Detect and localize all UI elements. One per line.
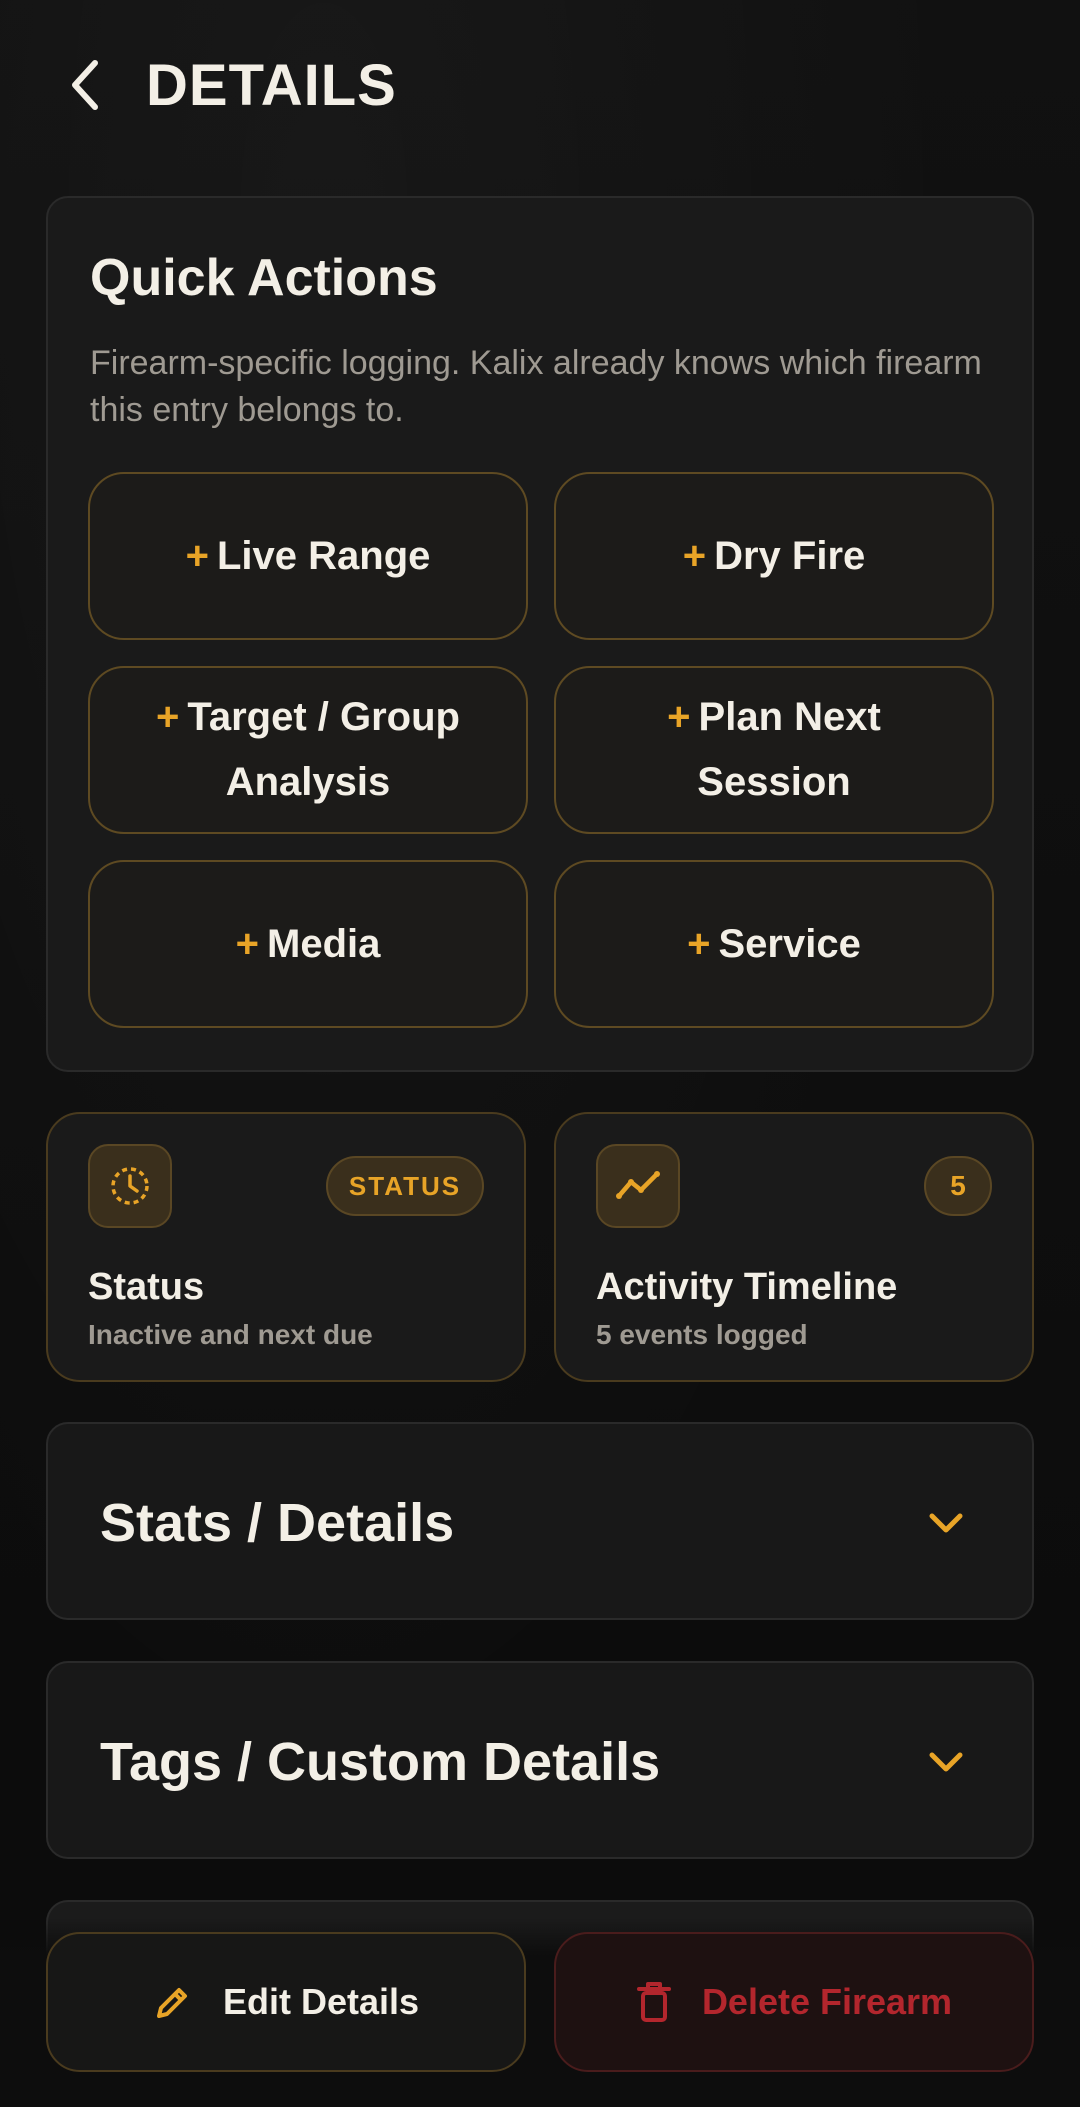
live-range-button[interactable]: + Live Range (88, 472, 528, 640)
plus-icon: + (156, 695, 180, 739)
status-subtitle: Inactive and next due (88, 1319, 373, 1350)
page-title: DETAILS (146, 53, 397, 118)
plus-icon: + (185, 533, 209, 578)
trend-line-icon (616, 1171, 660, 1199)
clock-icon (111, 1167, 149, 1205)
delete-firearm-button[interactable]: Delete Firearm (554, 1932, 1034, 2072)
target-group-analysis-button[interactable]: + Target / Group Analysis (88, 666, 528, 834)
tags-custom-details-accordion[interactable]: Tags / Custom Details (46, 1661, 1034, 1859)
tags-custom-details-title: Tags / Custom Details (100, 1732, 661, 1792)
media-button[interactable]: + Media (88, 860, 528, 1028)
dry-fire-button[interactable]: + Dry Fire (554, 472, 994, 640)
chevron-left-icon (72, 60, 98, 110)
trash-icon (636, 1981, 672, 2023)
timeline-icon-box (596, 1144, 680, 1228)
timeline-title: Activity Timeline (596, 1266, 898, 1308)
plus-icon: + (682, 533, 707, 578)
service-label: Service (718, 921, 861, 966)
plus-icon: + (687, 921, 711, 966)
plus-icon: + (235, 921, 259, 966)
chevron-down-icon (929, 1513, 963, 1533)
stats-details-accordion[interactable]: Stats / Details (46, 1422, 1034, 1620)
activity-timeline-card[interactable]: 5 Activity Timeline 5 events logged (554, 1112, 1034, 1382)
timeline-subtitle: 5 events logged (596, 1319, 808, 1350)
status-icon-box (88, 1144, 172, 1228)
top-bar: DETAILS (0, 0, 1080, 170)
live-range-label: Live Range (216, 533, 431, 578)
delete-firearm-label: Delete Firearm (701, 1981, 953, 2022)
quick-actions-description: Firearm-specific logging. Kalix already … (90, 344, 982, 429)
stats-details-title: Stats / Details (100, 1493, 455, 1553)
status-title: Status (88, 1266, 205, 1308)
chevron-down-icon (929, 1752, 963, 1772)
media-label: Media (267, 921, 381, 966)
service-button[interactable]: + Service (554, 860, 994, 1028)
quick-actions-card: Quick Actions Firearm-specific logging. … (46, 196, 1034, 1072)
event-count-badge: 5 (924, 1156, 992, 1216)
plan-next-session-button[interactable]: + Plan Next Session (554, 666, 994, 834)
edit-details-button[interactable]: Edit Details (46, 1932, 526, 2072)
edit-details-label: Edit Details (222, 1981, 420, 2022)
plan-next-session-label: Plan Next Session (697, 695, 881, 804)
pencil-icon (153, 1982, 193, 2022)
dry-fire-label: Dry Fire (714, 533, 866, 578)
target-group-analysis-label: Target / Group Analysis (187, 695, 460, 804)
status-card[interactable]: STATUS Status Inactive and next due (46, 1112, 526, 1382)
quick-actions-title: Quick Actions (90, 249, 438, 307)
plus-icon: + (667, 695, 691, 739)
back-button[interactable] (60, 55, 110, 115)
status-badge: STATUS (326, 1156, 484, 1216)
